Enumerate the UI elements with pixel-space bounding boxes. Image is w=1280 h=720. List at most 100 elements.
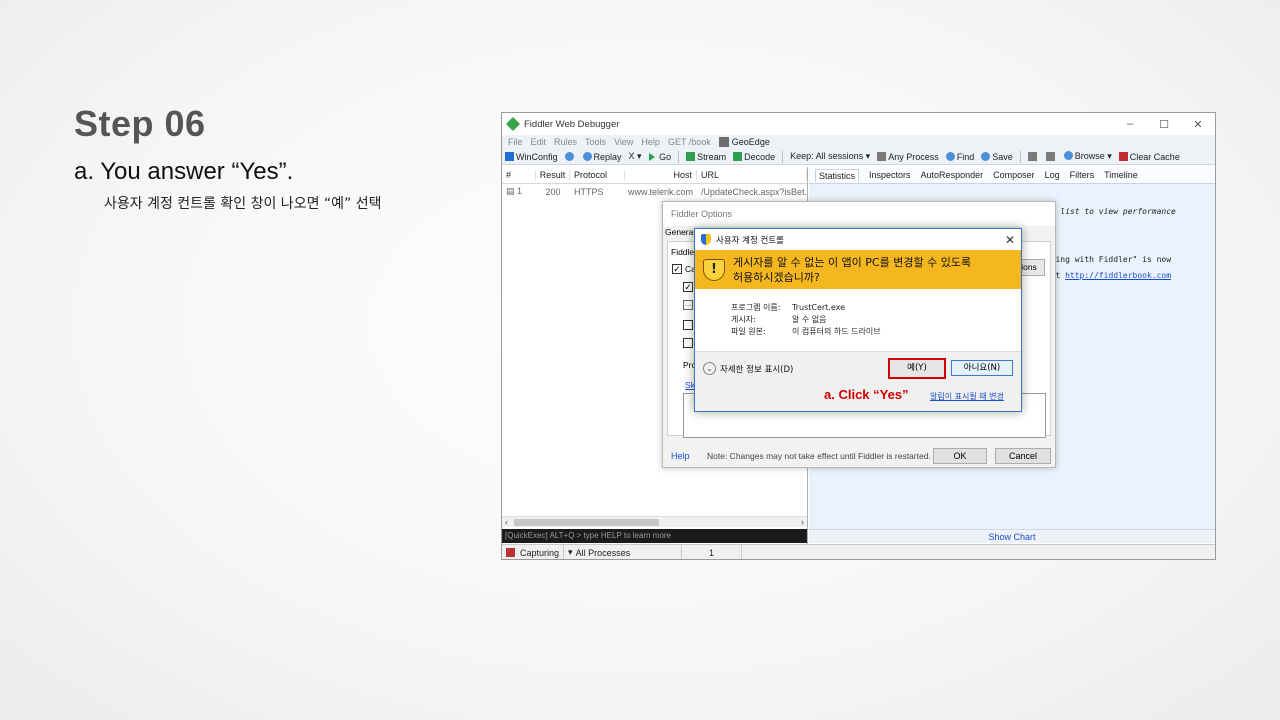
- menu-help[interactable]: Help: [641, 137, 660, 147]
- click-yes-annotation: a. Click “Yes”: [824, 387, 909, 402]
- program-name-label: 프로그램 이름:: [731, 303, 781, 312]
- filter-icon: ▾: [568, 547, 573, 557]
- tab-inspectors[interactable]: Inspectors: [869, 170, 911, 180]
- capture-checkbox[interactable]: ✓: [672, 264, 682, 274]
- clear-cache-button[interactable]: Clear Cache: [1118, 151, 1180, 162]
- options-help-link[interactable]: Help: [671, 451, 690, 461]
- menu-get-book[interactable]: GET /book: [668, 137, 711, 147]
- cancel-button[interactable]: Cancel: [995, 448, 1051, 464]
- tab-filters[interactable]: Filters: [1070, 170, 1095, 180]
- stream-button[interactable]: Stream: [686, 151, 726, 162]
- quickexec-input[interactable]: [QuickExec] ALT+Q > type HELP to learn m…: [502, 529, 807, 543]
- row-protocol: HTTPS: [574, 186, 604, 197]
- column-number[interactable]: #: [502, 170, 536, 180]
- shield-icon: [701, 234, 711, 245]
- ok-button[interactable]: OK: [933, 448, 987, 464]
- row-url: /UpdateCheck.aspx?isBet...: [701, 186, 807, 197]
- uac-titlebar: 사용자 계정 컨트롤 ✕: [695, 229, 1021, 250]
- globe-icon: [1063, 151, 1073, 160]
- toolbar: WinConfig Replay X ▾ Go Stream Decode Ke…: [502, 149, 1215, 165]
- replay-button[interactable]: Replay: [582, 151, 622, 162]
- scroll-thumb[interactable]: [514, 519, 659, 526]
- toolbar-divider: [1019, 150, 1021, 163]
- process-filter[interactable]: ▾ All Processes: [564, 545, 683, 559]
- toolbar-divider: [678, 150, 680, 163]
- timer-button[interactable]: [1045, 151, 1057, 162]
- tab-autoresponder[interactable]: AutoResponder: [921, 170, 984, 180]
- uac-warning-band: ! 게시자를 알 수 없는 이 앱이 PC를 변경할 수 있도록 허용하시겠습니…: [695, 250, 1021, 289]
- play-icon: [648, 152, 655, 161]
- column-url[interactable]: URL: [697, 170, 807, 180]
- comment-icon: [564, 151, 574, 161]
- maximize-button[interactable]: ☐: [1147, 118, 1181, 131]
- uac-message: 게시자를 알 수 없는 이 앱이 PC를 변경할 수 있도록 허용하시겠습니까?: [733, 255, 972, 284]
- decode-button[interactable]: Decode: [733, 151, 775, 162]
- go-button[interactable]: Go: [648, 152, 671, 162]
- menu-rules[interactable]: Rules: [554, 137, 577, 147]
- menu-edit[interactable]: Edit: [531, 137, 547, 147]
- publisher-label: 게시자:: [731, 315, 756, 324]
- geoedge-menu[interactable]: GeoEdge: [718, 137, 770, 147]
- windows-icon: [505, 151, 514, 161]
- keep-sessions-dropdown[interactable]: Keep: All sessions ▾: [790, 151, 870, 162]
- horizontal-scrollbar[interactable]: ‹ ›: [502, 516, 807, 527]
- capturing-toggle[interactable]: Capturing: [502, 545, 565, 559]
- option-ellipsis-button[interactable]: …: [683, 300, 693, 310]
- option-checkbox[interactable]: [683, 338, 693, 348]
- menu-tools[interactable]: Tools: [585, 137, 606, 147]
- statistics-hint: ons list to view performance: [1041, 207, 1176, 216]
- binoculars-icon: [945, 151, 955, 161]
- window-controls: – ☐ ✕: [1113, 118, 1215, 131]
- any-process-button[interactable]: Any Process: [877, 151, 939, 162]
- column-protocol[interactable]: Protocol: [570, 170, 625, 180]
- column-host[interactable]: Host: [625, 170, 697, 180]
- winconfig-button[interactable]: WinConfig: [505, 151, 558, 162]
- row-result: 200: [545, 186, 561, 197]
- fiddler-logo-icon: [505, 116, 521, 132]
- tab-log[interactable]: Log: [1045, 170, 1060, 180]
- decode-icon: [733, 151, 743, 161]
- show-chart-link[interactable]: Show Chart: [809, 529, 1215, 543]
- browse-button[interactable]: Browse ▾: [1063, 151, 1112, 162]
- fiddler-titlebar: Fiddler Web Debugger – ☐ ✕: [502, 113, 1215, 135]
- fiddler-book-text: ugging with Fiddler" is now: [1041, 255, 1172, 264]
- save-button[interactable]: Save: [981, 151, 1013, 162]
- find-button[interactable]: Find: [945, 151, 974, 162]
- tab-statistics[interactable]: Statistics: [815, 168, 860, 182]
- fiddlerbook-link[interactable]: http://fiddlerbook.com: [1065, 271, 1171, 280]
- column-result[interactable]: Result: [536, 170, 570, 180]
- tab-general[interactable]: General: [665, 227, 695, 241]
- program-name-value: TrustCert.exe: [792, 303, 846, 312]
- change-notification-link[interactable]: 알림이 표시될 때 변경: [930, 391, 1004, 402]
- slide-subtitle: a. You answer “Yes”.: [74, 158, 294, 185]
- menu-view[interactable]: View: [614, 137, 633, 147]
- options-title: Fiddler Options: [663, 202, 1055, 226]
- tab-timeline[interactable]: Timeline: [1104, 170, 1138, 180]
- show-details-toggle[interactable]: ⌄ 자세한 정보 표시(D): [703, 362, 793, 375]
- menu-file[interactable]: File: [508, 137, 523, 147]
- sessions-header: # Result Protocol Host URL: [502, 167, 807, 184]
- minimize-button[interactable]: –: [1113, 118, 1147, 131]
- clear-cache-icon: [1118, 151, 1128, 161]
- uac-close-button[interactable]: ✕: [999, 233, 1021, 247]
- close-button[interactable]: ✕: [1181, 118, 1215, 131]
- file-origin-value: 이 컴퓨터의 하드 드라이브: [792, 327, 881, 336]
- inspector-tabs: Statistics Inspectors AutoResponder Comp…: [809, 167, 1215, 184]
- scroll-left-icon[interactable]: ‹: [505, 517, 508, 527]
- table-row[interactable]: ▤ 1 200 HTTPS www.telerik.com /UpdateChe…: [502, 184, 807, 199]
- option-checkbox[interactable]: ✓: [683, 282, 693, 292]
- uac-program-info: 프로그램 이름: TrustCert.exe 게시자: 알 수 없음 파일 원본: 이…: [695, 289, 1021, 338]
- no-button[interactable]: 아니요(N): [951, 360, 1013, 376]
- geoedge-icon: [718, 137, 729, 147]
- save-icon: [981, 151, 991, 161]
- screenshot-button[interactable]: [1027, 151, 1039, 162]
- option-checkbox[interactable]: [683, 320, 693, 330]
- tab-composer[interactable]: Composer: [993, 170, 1035, 180]
- yes-button[interactable]: 예(Y): [888, 358, 946, 379]
- comment-button[interactable]: [564, 151, 576, 162]
- session-count: 1: [682, 545, 743, 559]
- scroll-right-icon[interactable]: ›: [801, 517, 804, 527]
- fiddler-book-line: k at http://fiddlerbook.com: [1041, 271, 1171, 280]
- slide-title: Step 06: [74, 103, 206, 144]
- remove-menu-button[interactable]: X ▾: [629, 151, 642, 162]
